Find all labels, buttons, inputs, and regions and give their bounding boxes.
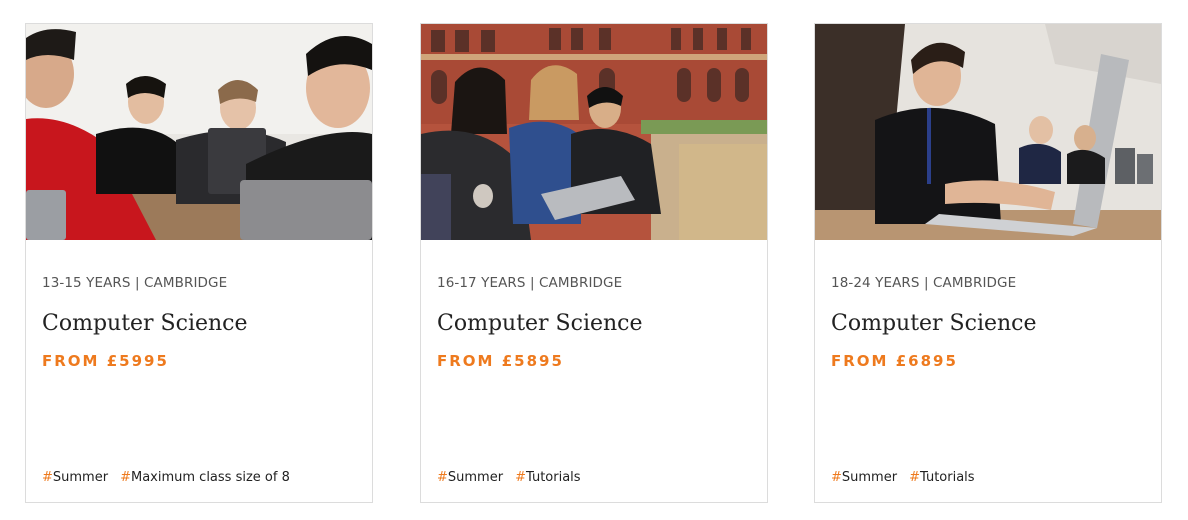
tag-label: Summer: [52, 470, 109, 485]
tag-label: Summer: [841, 470, 898, 485]
course-meta: 16-17 YEARS | CAMBRIDGE: [437, 275, 623, 291]
course-card[interactable]: 16-17 YEARS | CAMBRIDGE Computer Science…: [420, 23, 768, 503]
course-photo[interactable]: [26, 24, 372, 240]
course-price: FROM £5895: [437, 352, 564, 370]
course-card-grid: 13-15 YEARS | CAMBRIDGE Computer Science…: [25, 23, 1162, 503]
tag-link[interactable]: #Summer: [437, 470, 503, 485]
course-title[interactable]: Computer Science: [437, 311, 643, 336]
course-photo[interactable]: [421, 24, 767, 240]
course-meta: 13-15 YEARS | CAMBRIDGE: [42, 275, 228, 291]
hash-icon: #: [909, 470, 920, 485]
hash-icon: #: [437, 470, 448, 485]
hash-icon: #: [515, 470, 526, 485]
hash-icon: #: [42, 470, 53, 485]
course-photo[interactable]: [815, 24, 1161, 240]
course-price: FROM £5995: [42, 352, 169, 370]
tag-label: Tutorials: [919, 470, 975, 485]
tag-list: #Summer #Tutorials: [831, 470, 975, 485]
course-meta: 18-24 YEARS | CAMBRIDGE: [831, 275, 1017, 291]
hash-icon: #: [120, 470, 131, 485]
tag-link[interactable]: #Tutorials: [515, 470, 580, 485]
course-card[interactable]: 13-15 YEARS | CAMBRIDGE Computer Science…: [25, 23, 373, 503]
tag-link[interactable]: #Maximum class size of 8: [120, 470, 290, 485]
tag-link[interactable]: #Summer: [831, 470, 897, 485]
tag-label: Tutorials: [525, 470, 581, 485]
course-title[interactable]: Computer Science: [831, 311, 1037, 336]
tag-label: Summer: [447, 470, 504, 485]
tag-link[interactable]: #Tutorials: [909, 470, 974, 485]
tag-list: #Summer #Maximum class size of 8: [42, 470, 290, 485]
hash-icon: #: [831, 470, 842, 485]
tag-link[interactable]: #Summer: [42, 470, 108, 485]
course-price: FROM £6895: [831, 352, 958, 370]
tag-list: #Summer #Tutorials: [437, 470, 581, 485]
tag-label: Maximum class size of 8: [130, 470, 290, 485]
course-card[interactable]: 18-24 YEARS | CAMBRIDGE Computer Science…: [814, 23, 1162, 503]
course-title[interactable]: Computer Science: [42, 311, 248, 336]
